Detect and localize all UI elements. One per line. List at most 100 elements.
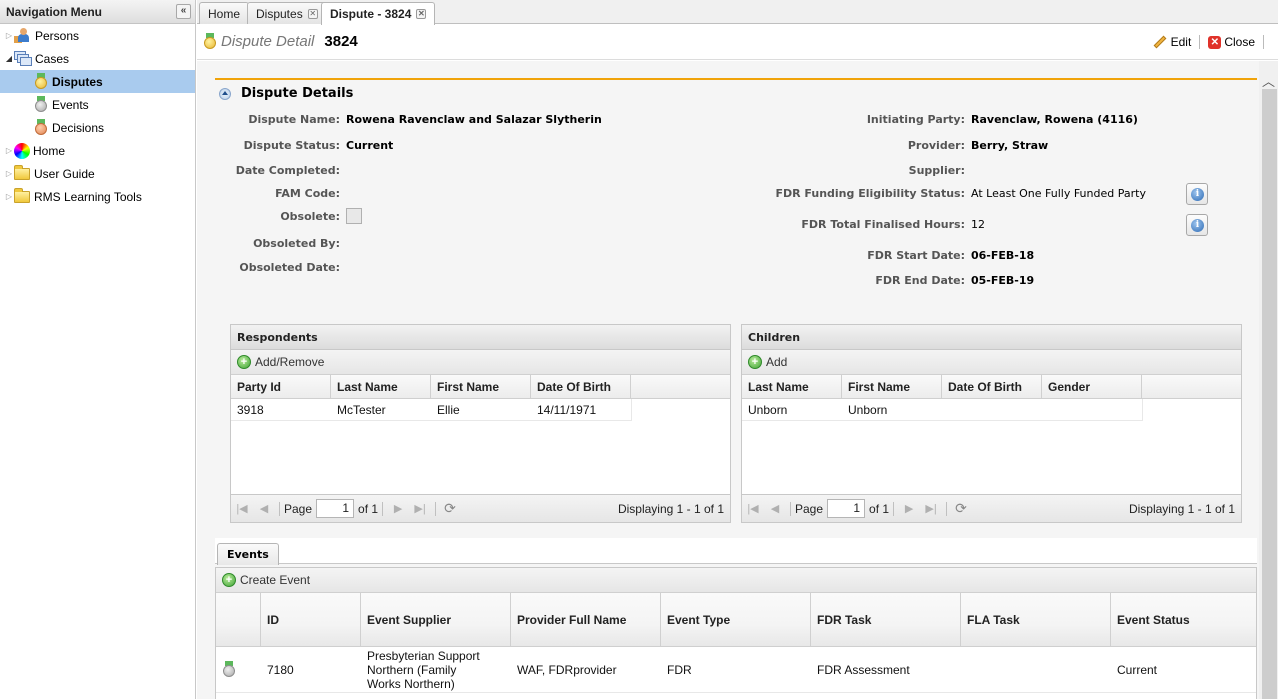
add-icon: + bbox=[748, 355, 762, 369]
column-header[interactable]: First Name bbox=[842, 375, 942, 398]
folder-icon bbox=[14, 164, 30, 180]
children-grid: Children + Add Last Name First Name Date… bbox=[741, 324, 1242, 523]
sidebar-item-decisions[interactable]: Decisions bbox=[0, 116, 195, 139]
page-count: of 1 bbox=[869, 501, 890, 516]
sidebar-item-label: Home bbox=[33, 143, 66, 158]
sidebar-item-cases[interactable]: ◢ Cases bbox=[0, 47, 195, 70]
field-dispute-status: Dispute Status: Current bbox=[197, 139, 394, 152]
refresh-icon[interactable]: ⟳ bbox=[440, 500, 460, 517]
column-header[interactable]: Last Name bbox=[742, 375, 842, 398]
add-icon: + bbox=[237, 355, 251, 369]
cell-date-of-birth bbox=[942, 399, 1042, 420]
column-header[interactable]: Provider Full Name bbox=[511, 593, 661, 646]
sidebar-item-events[interactable]: Events bbox=[0, 93, 195, 116]
field-value: At Least One Fully Funded Party bbox=[971, 187, 1146, 200]
cell-fdr-task: FDR Assessment bbox=[817, 662, 910, 677]
expand-arrow-icon[interactable]: ▷ bbox=[4, 146, 14, 155]
first-page-button[interactable]: |◀ bbox=[231, 502, 253, 515]
column-header[interactable]: Event Supplier bbox=[361, 593, 511, 646]
cell-provider-full-name: WAF, FDRprovider bbox=[517, 662, 617, 677]
obsolete-checkbox[interactable] bbox=[346, 208, 362, 224]
column-header[interactable]: Date Of Birth bbox=[942, 375, 1042, 398]
edit-button[interactable]: Edit bbox=[1153, 35, 1191, 49]
field-label: Obsoleted By: bbox=[253, 237, 340, 250]
next-page-button[interactable]: ▶ bbox=[898, 502, 920, 515]
close-tab-icon[interactable]: ✕ bbox=[307, 8, 318, 19]
silver-medal-icon bbox=[34, 96, 48, 113]
events-tab-strip: Events bbox=[215, 538, 1257, 565]
scroll-up-arrow-icon[interactable]: ︿ bbox=[1259, 71, 1278, 89]
grid-title: Respondents bbox=[231, 325, 730, 350]
last-page-button[interactable]: ▶| bbox=[920, 502, 942, 515]
refresh-icon[interactable]: ⟳ bbox=[951, 500, 971, 517]
dispute-details-header[interactable]: Dispute Details bbox=[219, 86, 353, 101]
sidebar-item-user-guide[interactable]: ▷ User Guide bbox=[0, 162, 195, 185]
field-fdr-funding-eligibility: FDR Funding Eligibility Status: At Least… bbox=[700, 187, 1146, 200]
sidebar-item-label: Cases bbox=[35, 51, 70, 66]
table-row[interactable]: 3918 McTester Ellie 14/11/1971 bbox=[231, 399, 632, 421]
column-header[interactable]: Party Id bbox=[231, 375, 331, 398]
sidebar-item-persons[interactable]: ▷ Persons bbox=[0, 24, 195, 47]
prev-page-button[interactable]: ◀ bbox=[253, 502, 275, 515]
collapse-sidebar-button[interactable]: « bbox=[176, 4, 191, 19]
sidebar-item-home[interactable]: ▷ Home bbox=[0, 139, 195, 162]
sidebar-item-label: Disputes bbox=[52, 74, 103, 89]
prev-page-button[interactable]: ◀ bbox=[764, 502, 786, 515]
column-header[interactable]: Event Status bbox=[1111, 593, 1256, 646]
page-title-label: Dispute Detail bbox=[221, 33, 315, 50]
next-page-button[interactable]: ▶ bbox=[387, 502, 409, 515]
funding-info-button[interactable]: i bbox=[1186, 183, 1208, 205]
sidebar-item-rms-learning-tools[interactable]: ▷ RMS Learning Tools bbox=[0, 185, 195, 208]
button-label: Add bbox=[766, 355, 788, 369]
column-header[interactable]: FDR Task bbox=[811, 593, 961, 646]
expand-arrow-icon[interactable]: ▷ bbox=[4, 31, 14, 40]
field-supplier: Supplier: bbox=[700, 164, 971, 177]
add-child-button[interactable]: + Add bbox=[742, 350, 1241, 375]
last-page-button[interactable]: ▶| bbox=[409, 502, 431, 515]
field-label: Initiating Party: bbox=[866, 113, 965, 126]
cell-date-of-birth: 14/11/1971 bbox=[537, 402, 597, 417]
scroll-thumb[interactable] bbox=[1262, 89, 1277, 699]
column-header[interactable]: Date Of Birth bbox=[531, 375, 631, 398]
sidebar-item-label: RMS Learning Tools bbox=[34, 189, 142, 204]
column-header[interactable]: Last Name bbox=[331, 375, 431, 398]
sidebar-item-disputes[interactable]: Disputes bbox=[0, 70, 195, 93]
page-number-input[interactable]: 1 bbox=[316, 499, 355, 518]
tab-home[interactable]: Home bbox=[199, 2, 250, 24]
page-number-input[interactable]: 1 bbox=[827, 499, 866, 518]
field-label: FDR Funding Eligibility Status: bbox=[775, 187, 965, 200]
close-icon: ✕ bbox=[1208, 35, 1222, 49]
events-grid: + Create Event ID Event Supplier Provide… bbox=[215, 567, 1257, 699]
sidebar-header: Navigation Menu « bbox=[0, 0, 195, 24]
create-event-button[interactable]: + Create Event bbox=[216, 568, 1256, 593]
column-header[interactable]: Event Type bbox=[661, 593, 811, 646]
close-tab-icon[interactable]: ✕ bbox=[416, 9, 427, 19]
divider bbox=[946, 501, 948, 516]
cell-last-name-link[interactable]: Unborn bbox=[742, 399, 842, 420]
collapse-section-icon[interactable] bbox=[219, 87, 231, 100]
first-page-button[interactable]: |◀ bbox=[742, 502, 764, 515]
field-obsoleted-by: Obsoleted By: bbox=[197, 237, 346, 250]
field-label: Date Completed: bbox=[235, 164, 340, 177]
column-header[interactable]: ID bbox=[261, 593, 361, 646]
close-button[interactable]: ✕ Close bbox=[1208, 35, 1255, 49]
divider bbox=[435, 501, 437, 516]
field-value: Rowena Ravenclaw and Salazar Slytherin bbox=[346, 113, 602, 126]
hours-info-button[interactable]: i bbox=[1186, 214, 1208, 236]
vertical-scrollbar[interactable]: ︿ bbox=[1259, 61, 1278, 699]
field-obsolete: Obsolete: bbox=[197, 208, 362, 224]
collapse-arrow-icon[interactable]: ◢ bbox=[4, 54, 14, 63]
column-header[interactable]: First Name bbox=[431, 375, 531, 398]
table-row[interactable]: 7180 Presbyterian Support Northern (Fami… bbox=[216, 647, 1256, 693]
expand-arrow-icon[interactable]: ▷ bbox=[4, 169, 14, 178]
tab-label: Disputes bbox=[256, 6, 303, 21]
tab-dispute-3824[interactable]: Dispute - 3824 ✕ bbox=[321, 2, 436, 25]
tab-disputes[interactable]: Disputes ✕ bbox=[247, 2, 327, 24]
expand-arrow-icon[interactable]: ▷ bbox=[4, 192, 14, 201]
column-header[interactable]: Gender bbox=[1042, 375, 1142, 398]
table-row[interactable]: Unborn Unborn bbox=[742, 399, 1143, 421]
tab-events[interactable]: Events bbox=[217, 543, 279, 565]
column-header-icon bbox=[216, 593, 261, 646]
add-remove-respondent-button[interactable]: + Add/Remove bbox=[231, 350, 730, 375]
column-header[interactable]: FLA Task bbox=[961, 593, 1111, 646]
